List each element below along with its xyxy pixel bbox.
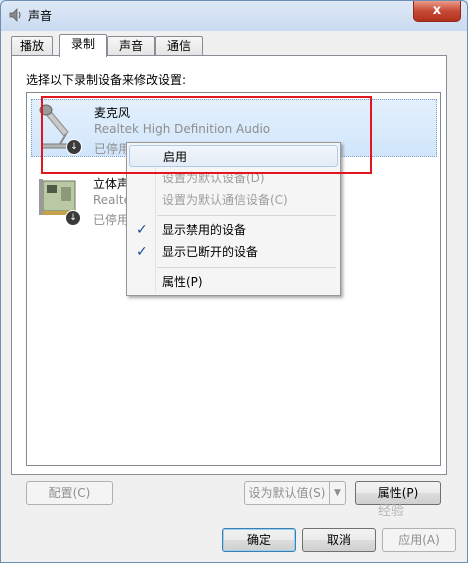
menu-separator — [157, 215, 336, 216]
tab-playback[interactable]: 播放 — [11, 36, 53, 56]
tab-label: 录制 — [70, 37, 95, 51]
close-icon: x — [432, 3, 442, 18]
disabled-badge-icon: ↓ — [65, 210, 81, 226]
tab-label: 声音 — [118, 39, 143, 53]
cancel-button[interactable]: 取消 — [302, 528, 376, 552]
title-bar: 声音 x — [1, 1, 467, 29]
tab-communications[interactable]: 通信 — [155, 36, 203, 56]
red-annotation-box — [41, 96, 372, 174]
checkmark-icon: ✓ — [136, 244, 148, 260]
menu-item-show-disconnected[interactable]: ✓ 显示已断开的设备 — [129, 241, 338, 263]
tab-label: 播放 — [19, 39, 44, 53]
menu-item-label: 显示禁用的设备 — [162, 223, 247, 237]
menu-item-show-disabled[interactable]: ✓ 显示禁用的设备 — [129, 219, 338, 241]
tab-sounds[interactable]: 声音 — [107, 36, 155, 56]
checkmark-icon: ✓ — [136, 222, 148, 238]
apply-button[interactable]: 应用(A) — [382, 528, 456, 552]
window-title: 声音 — [28, 9, 53, 23]
menu-separator — [157, 267, 336, 268]
device-status: 已停用 — [93, 213, 130, 227]
instruction-text: 选择以下录制设备来修改设置: — [26, 73, 187, 87]
menu-item-set-default-comm[interactable]: 设置为默认通信设备(C) — [129, 189, 338, 211]
menu-item-label: 属性(P) — [162, 275, 203, 289]
set-default-button[interactable]: 设为默认值(S) — [244, 481, 330, 505]
menu-item-properties[interactable]: 属性(P) — [129, 271, 338, 293]
tab-recording[interactable]: 录制 — [59, 34, 107, 57]
menu-item-label: 设置为默认通信设备(C) — [162, 193, 288, 207]
watermark: 经验 — [378, 504, 405, 519]
chevron-down-icon[interactable]: ▼ — [329, 481, 346, 505]
configure-button[interactable]: 配置(C) — [26, 481, 113, 505]
close-button[interactable]: x — [413, 1, 461, 22]
device-name: 立体声 — [93, 177, 130, 191]
speaker-icon — [9, 8, 21, 22]
ok-button[interactable]: 确定 — [222, 528, 296, 552]
tab-label: 通信 — [166, 39, 191, 53]
menu-item-label: 显示已断开的设备 — [162, 245, 259, 259]
